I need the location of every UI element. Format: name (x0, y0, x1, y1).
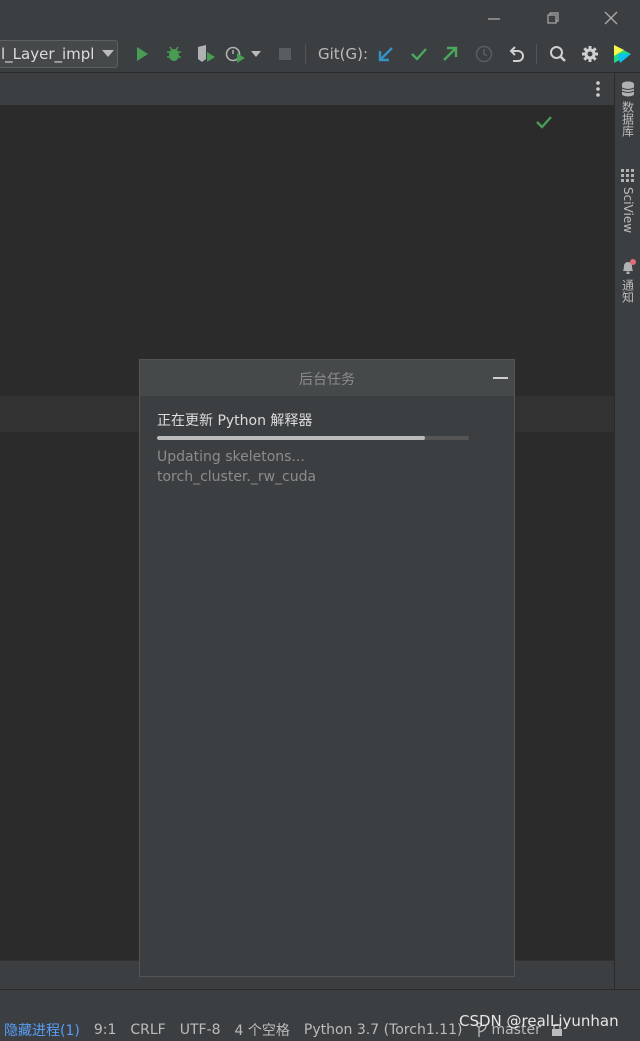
undo-icon (509, 46, 524, 62)
toolbar-separator (536, 44, 537, 64)
database-tool-label: 数据库 (620, 101, 635, 137)
stop-icon (279, 48, 291, 60)
arrow-down-left-icon (378, 47, 393, 62)
caret-position[interactable]: 9:1 (94, 1022, 117, 1038)
python-interpreter[interactable]: Python 3.7 (Torch1.11) (304, 1022, 463, 1038)
title-bar (0, 0, 640, 36)
database-icon (621, 81, 635, 97)
notifications-tool-label: 通知 (620, 279, 635, 303)
arrow-up-right-icon (443, 46, 458, 61)
progress-bar-fill (157, 436, 426, 440)
background-tasks-popup: 后台任务 正在更新 Python 解释器 Updating skeletons.… (139, 359, 515, 977)
coverage-shield-icon (198, 45, 215, 62)
minimize-popup-button[interactable] (493, 377, 508, 379)
git-push-button[interactable] (439, 43, 461, 65)
main-toolbar: l_Layer_impl Git(G): (0, 36, 640, 73)
more-run-options-button[interactable] (249, 43, 263, 65)
task-title: 正在更新 Python 解释器 (157, 413, 313, 429)
run-configuration-label: l_Layer_impl (1, 45, 95, 63)
line-separator[interactable]: CRLF (130, 1022, 165, 1038)
hidden-processes-link[interactable]: 隐藏进程(1) (4, 1020, 80, 1040)
minimize-icon (488, 18, 500, 20)
task-detail-status: Updating skeletons... (157, 449, 305, 465)
check-icon (411, 48, 427, 61)
sciview-tool-label: SciView (621, 187, 635, 234)
toolbar-separator (305, 44, 306, 64)
stop-button[interactable] (274, 43, 296, 65)
file-encoding[interactable]: UTF-8 (180, 1022, 221, 1038)
indent-setting[interactable]: 4 个空格 (235, 1020, 290, 1040)
debug-button[interactable] (163, 43, 185, 65)
notifications-tool-button[interactable]: 通知 (615, 259, 640, 303)
run-button[interactable] (131, 43, 153, 65)
popup-header[interactable]: 后台任务 (140, 360, 514, 396)
more-options-button[interactable] (590, 79, 606, 99)
search-icon (550, 46, 566, 62)
gear-icon (582, 46, 598, 62)
grid-icon (621, 169, 634, 182)
bell-icon (623, 259, 636, 274)
popup-title: 后台任务 (299, 372, 355, 388)
editor-tab-bar (0, 73, 614, 106)
check-icon (536, 116, 552, 129)
pycharm-logo-icon (614, 45, 631, 63)
restore-window-button[interactable] (539, 6, 567, 30)
vertical-ellipsis-icon (596, 81, 600, 97)
bug-icon (167, 46, 181, 61)
close-icon (604, 11, 618, 25)
chevron-down-icon (251, 51, 261, 57)
sciview-tool-button[interactable]: SciView (615, 169, 640, 233)
clock-icon (475, 45, 493, 63)
profile-button[interactable] (225, 43, 247, 65)
close-window-button[interactable] (597, 6, 625, 30)
watermark-text: CSDN @realLiyunhan (459, 1012, 619, 1030)
settings-button[interactable] (579, 43, 601, 65)
restore-icon (547, 12, 559, 24)
right-tool-strip: 数据库 SciView 通知 (614, 73, 640, 989)
run-configuration-selector[interactable]: l_Layer_impl (0, 40, 118, 68)
git-commit-button[interactable] (408, 43, 430, 65)
git-update-button[interactable] (375, 43, 397, 65)
no-problems-indicator[interactable] (536, 114, 552, 133)
run-icon (137, 47, 148, 61)
git-history-button[interactable] (473, 43, 495, 65)
chevron-down-icon (102, 50, 115, 57)
minimize-window-button[interactable] (480, 6, 508, 30)
git-label: Git(G): (318, 45, 369, 63)
run-with-coverage-button[interactable] (195, 43, 217, 65)
status-bar: 隐藏进程(1) 9:1 CRLF UTF-8 4 个空格 Python 3.7 … (0, 989, 640, 1041)
profiler-clock-icon (225, 46, 245, 63)
search-everywhere-button[interactable] (547, 43, 569, 65)
progress-bar (157, 436, 469, 440)
database-tool-button[interactable]: 数据库 (615, 81, 640, 137)
git-rollback-button[interactable] (505, 43, 527, 65)
pycharm-logo (611, 43, 633, 65)
task-detail-item: torch_cluster._rw_cuda (157, 469, 317, 485)
